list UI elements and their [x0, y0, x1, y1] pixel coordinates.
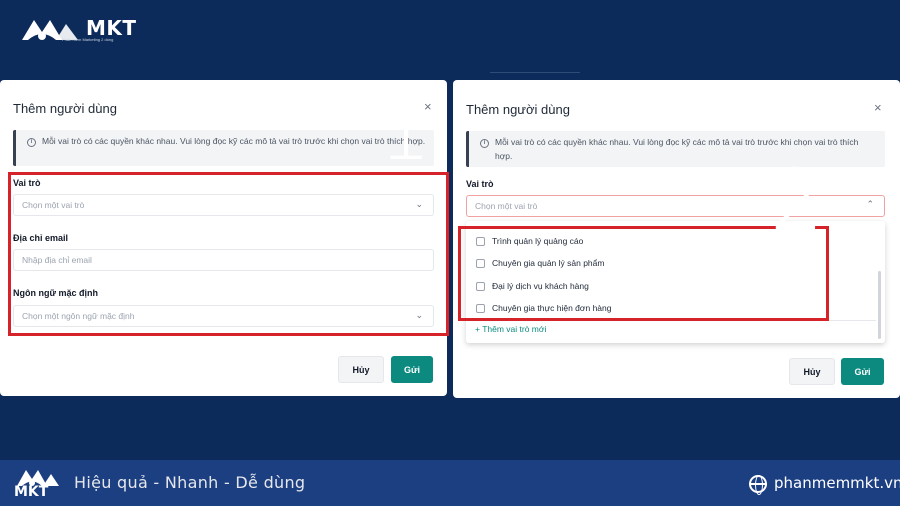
notice-text: Mỗi vai trò có các quyền khác nhau. Vui …: [42, 136, 426, 146]
close-icon[interactable]: ×: [874, 100, 882, 115]
footer-logo-text: MKT: [14, 484, 49, 500]
info-icon: i: [27, 138, 36, 147]
info-icon: i: [480, 139, 489, 148]
logo-text: MKT: [86, 16, 137, 40]
step-number-1: 1: [378, 81, 432, 179]
background-divider: [490, 72, 580, 73]
logo-subtitle: Phần mềm Marketing 2 dòng: [62, 37, 114, 42]
chevron-up-icon: ⌃: [866, 199, 874, 209]
dropdown-scrollbar[interactable]: [878, 271, 881, 339]
step-number-2: 2: [770, 151, 824, 249]
slogan: Hiệu quả - Nhanh - Dễ dùng: [74, 473, 306, 492]
globe-icon: [749, 475, 767, 495]
role-label: Vai trò: [466, 179, 494, 189]
modal-title: Thêm người dùng: [466, 102, 570, 117]
submit-button[interactable]: Gửi: [391, 356, 433, 383]
add-role-label: Thêm vai trò mới: [482, 324, 547, 334]
role-placeholder: Chọn một vai trò: [475, 201, 538, 211]
highlight-box-1: [8, 172, 449, 336]
footer-banner: MKT Hiệu quả - Nhanh - Dễ dùng phanmemmk…: [0, 460, 900, 506]
website-link[interactable]: phanmemmkt.vn: [774, 474, 900, 492]
modal-title: Thêm người dùng: [13, 101, 117, 116]
role-notice: i Mỗi vai trò có các quyền khác nhau. Vu…: [13, 130, 434, 166]
cancel-button[interactable]: Hủy: [789, 358, 835, 385]
add-role-link[interactable]: + Thêm vai trò mới: [475, 324, 546, 334]
plus-icon: +: [475, 324, 480, 334]
submit-button[interactable]: Gửi: [841, 358, 884, 385]
cancel-button[interactable]: Hủy: [338, 356, 384, 383]
